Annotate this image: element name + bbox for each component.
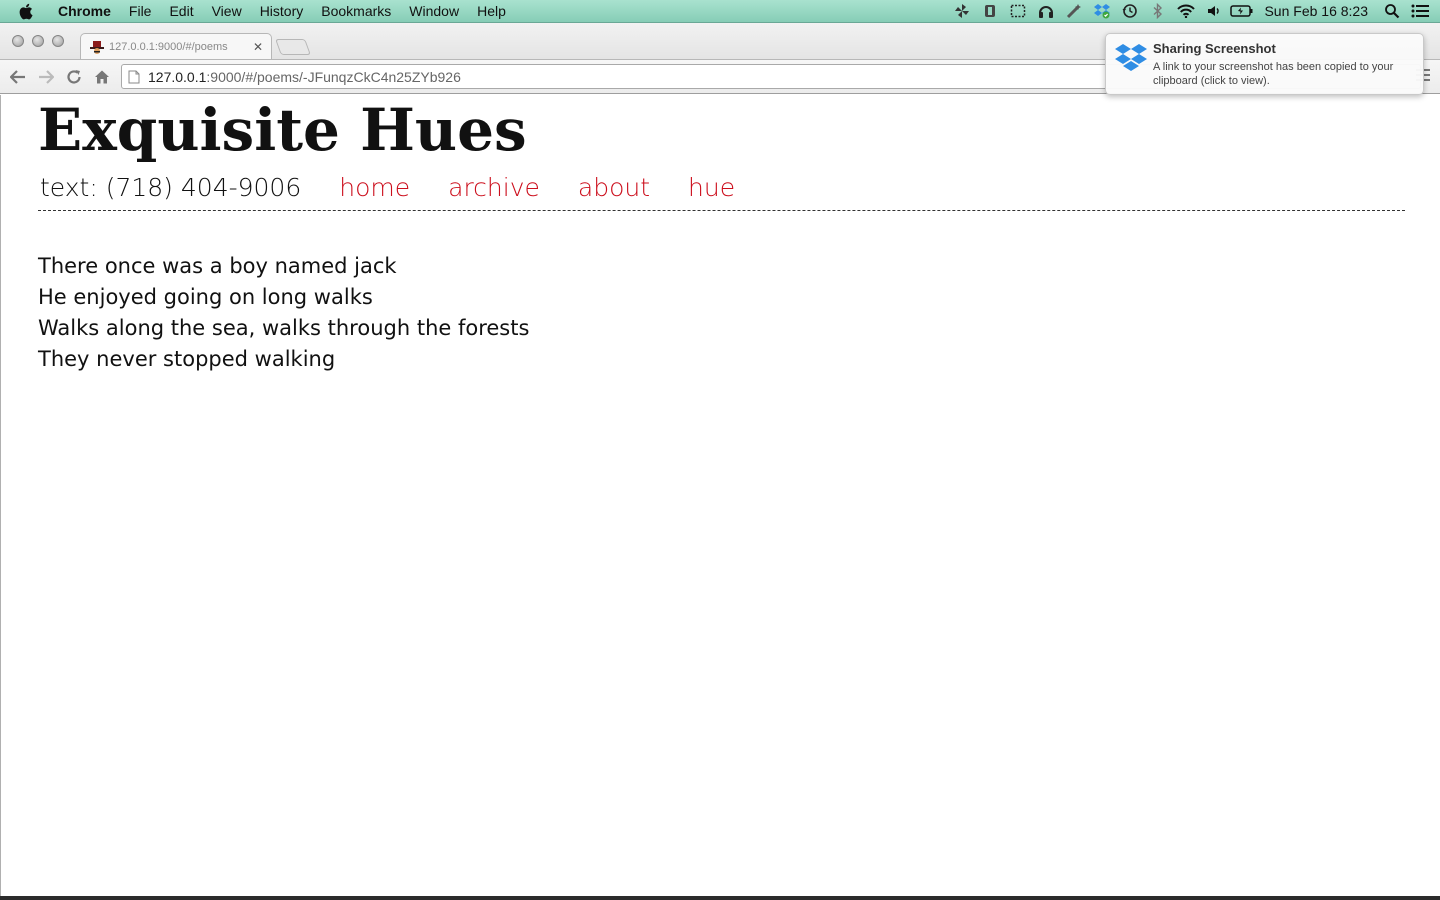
pinwheel-icon[interactable] bbox=[948, 3, 976, 19]
nav-link-hue[interactable]: hue bbox=[688, 173, 735, 202]
poem-line: He enjoyed going on long walks bbox=[38, 285, 373, 309]
close-window-button[interactable] bbox=[12, 35, 24, 47]
menu-app-chrome[interactable]: Chrome bbox=[52, 3, 120, 19]
window-left-border bbox=[0, 95, 1, 896]
battery-icon[interactable] bbox=[1228, 4, 1256, 18]
wifi-icon[interactable] bbox=[1172, 4, 1200, 18]
notification-body: A link to your screenshot has been copie… bbox=[1153, 61, 1394, 87]
zoom-window-button[interactable] bbox=[52, 35, 64, 47]
notification-title: Sharing Screenshot bbox=[1153, 41, 1276, 56]
site-nav: text: (718) 404-9006 home archive about … bbox=[38, 173, 1405, 211]
evernote-icon[interactable] bbox=[976, 3, 1004, 19]
poem-line: Walks along the sea, walks through the f… bbox=[38, 316, 530, 340]
url-path: :9000/#/poems/-JFunqzCkC4n25ZYb926 bbox=[206, 68, 461, 85]
menu-bookmarks[interactable]: Bookmarks bbox=[312, 3, 400, 19]
status-area: Sun Feb 16 8:23 bbox=[948, 0, 1440, 22]
tab-close-icon[interactable]: ✕ bbox=[253, 40, 263, 54]
menu-window[interactable]: Window bbox=[400, 3, 468, 19]
new-tab-button[interactable] bbox=[275, 39, 311, 55]
page-icon bbox=[128, 70, 140, 83]
nav-link-home[interactable]: home bbox=[339, 173, 410, 202]
forward-button[interactable] bbox=[36, 67, 56, 87]
menu-history[interactable]: History bbox=[251, 3, 313, 19]
menu-edit[interactable]: Edit bbox=[160, 3, 202, 19]
dropbox-logo-icon bbox=[1115, 44, 1147, 71]
notification-center-icon[interactable] bbox=[1406, 3, 1434, 19]
browser-window: 127.0.0.1:9000/#/poems ✕ 127.0.0.1:9000/… bbox=[0, 23, 1440, 900]
screenshot-icon[interactable] bbox=[1004, 3, 1032, 19]
page-content: Exquisite Hues text: (718) 404-9006 home… bbox=[0, 95, 1440, 900]
mac-menu-bar: Chrome File Edit View History Bookmarks … bbox=[0, 0, 1440, 23]
url-host: 127.0.0.1 bbox=[148, 68, 207, 85]
poem-line: There once was a boy named jack bbox=[38, 254, 397, 278]
minimize-window-button[interactable] bbox=[32, 35, 44, 47]
menu-help[interactable]: Help bbox=[468, 3, 515, 19]
url-text: 127.0.0.1:9000/#/poems/-JFunqzCkC4n25ZYb… bbox=[148, 69, 461, 85]
spotlight-icon[interactable] bbox=[1378, 3, 1406, 19]
reload-button[interactable] bbox=[64, 67, 84, 87]
bluetooth-icon[interactable] bbox=[1144, 3, 1172, 19]
hat-favicon-icon bbox=[90, 40, 104, 54]
home-button[interactable] bbox=[92, 67, 112, 87]
tab-title: 127.0.0.1:9000/#/poems bbox=[109, 40, 228, 53]
dropbox-icon[interactable] bbox=[1088, 3, 1116, 19]
headphones-icon[interactable] bbox=[1032, 3, 1060, 19]
wand-icon[interactable] bbox=[1060, 3, 1088, 19]
back-button[interactable] bbox=[8, 67, 28, 87]
menu-file[interactable]: File bbox=[120, 3, 161, 19]
dropbox-notification[interactable]: Sharing Screenshot A link to your screen… bbox=[1105, 33, 1424, 95]
tab-active[interactable]: 127.0.0.1:9000/#/poems ✕ bbox=[80, 33, 272, 59]
menubar-clock[interactable]: Sun Feb 16 8:23 bbox=[1256, 3, 1378, 19]
time-machine-icon[interactable] bbox=[1116, 3, 1144, 19]
volume-icon[interactable] bbox=[1200, 4, 1228, 18]
nav-link-archive[interactable]: archive bbox=[448, 173, 540, 202]
nav-link-about[interactable]: about bbox=[578, 173, 650, 202]
window-controls bbox=[12, 35, 64, 47]
poem-body: There once was a boy named jack He enjoy… bbox=[38, 251, 529, 375]
site-title: Exquisite Hues bbox=[38, 96, 527, 164]
menu-view[interactable]: View bbox=[203, 3, 251, 19]
phone-number: text: (718) 404-9006 bbox=[40, 173, 302, 202]
apple-menu-icon[interactable] bbox=[18, 3, 42, 20]
poem-line: They never stopped walking bbox=[38, 347, 336, 371]
window-bottom-border bbox=[0, 896, 1440, 900]
